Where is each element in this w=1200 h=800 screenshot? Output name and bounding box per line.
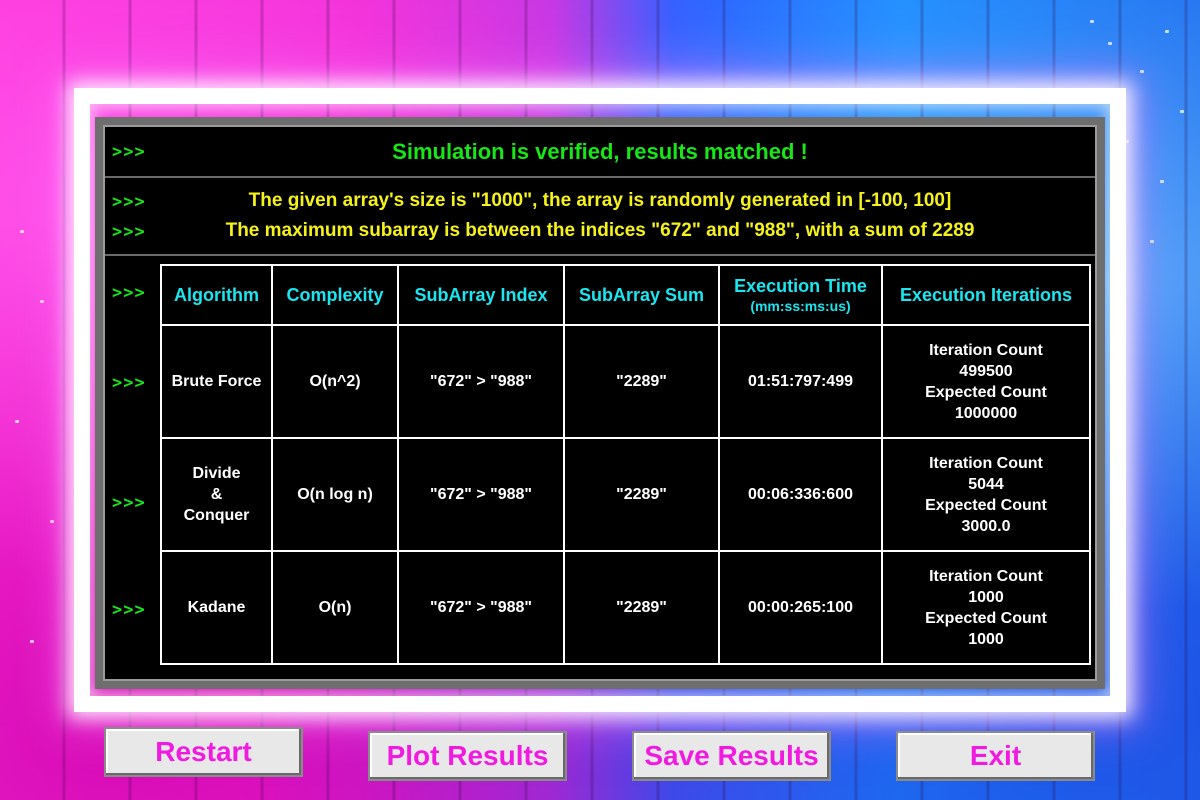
expected-count-label: Expected Count: [925, 383, 1047, 401]
iteration-count-value: 499500: [959, 362, 1013, 380]
header-subarray-sum: SubArray Sum: [563, 264, 720, 326]
execution-iterations-cell: Iteration Count 499500 Expected Count 10…: [881, 324, 1091, 439]
subarray-sum-cell: "2289": [563, 550, 720, 665]
algorithm-name: Brute Force: [171, 373, 262, 390]
iteration-count-value: 1000: [968, 588, 1004, 606]
max-subarray-info-line: The maximum subarray is between the indi…: [225, 220, 975, 241]
algorithm-name-line: Conquer: [183, 507, 250, 524]
expected-count-value: 1000000: [954, 404, 1018, 422]
divider: [105, 254, 1095, 256]
expected-count-label: Expected Count: [925, 609, 1047, 627]
table-row: Kadane O(n) "672" > "988" "2289" 00:00:2…: [160, 550, 1091, 665]
algorithm-cell: Brute Force: [160, 324, 273, 439]
header-complexity: Complexity: [271, 264, 399, 326]
prompt-arrow: >>>: [112, 222, 146, 242]
iteration-count-label: Iteration Count: [929, 567, 1043, 585]
header-execution-time: Execution Time (mm:ss:ms:us): [718, 264, 883, 326]
algorithm-name-line: Divide: [192, 465, 241, 482]
status-message: Simulation is verified, results matched …: [392, 139, 808, 164]
results-table: Algorithm Complexity SubArray Index SubA…: [160, 264, 1091, 665]
table-row: Divide & Conquer O(n log n) "672" > "988…: [160, 437, 1091, 552]
execution-time-cell: 01:51:797:499: [718, 324, 883, 439]
subarray-sum-cell: "2289": [563, 437, 720, 552]
prompt-arrow: >>>: [112, 373, 146, 393]
subarray-index-cell: "672" > "988": [397, 437, 565, 552]
subarray-sum-cell: "2289": [563, 324, 720, 439]
prompt-arrow: >>>: [112, 283, 146, 303]
restart-button[interactable]: Restart: [104, 727, 303, 777]
algorithm-name: Kadane: [187, 599, 246, 616]
header-execution-time-label: Execution Time: [734, 276, 867, 296]
iteration-count-label: Iteration Count: [929, 341, 1043, 359]
execution-time-cell: 00:06:336:600: [718, 437, 883, 552]
complexity-cell: O(n): [271, 550, 399, 665]
header-subarray-index: SubArray Index: [397, 264, 565, 326]
array-info-line: The given array's size is "1000", the ar…: [248, 190, 952, 211]
complexity-cell: O(n log n): [271, 437, 399, 552]
algorithm-cell: Divide & Conquer: [160, 437, 273, 552]
prompt-arrow: >>>: [112, 600, 146, 620]
complexity-cell: O(n^2): [271, 324, 399, 439]
prompt-arrow: >>>: [112, 142, 146, 162]
header-algorithm: Algorithm: [160, 264, 273, 326]
plot-results-button[interactable]: Plot Results: [368, 731, 567, 781]
divider: [105, 176, 1095, 178]
save-results-button[interactable]: Save Results: [632, 731, 831, 781]
execution-iterations-cell: Iteration Count 1000 Expected Count 1000: [881, 550, 1091, 665]
expected-count-label: Expected Count: [925, 496, 1047, 514]
iteration-count-label: Iteration Count: [929, 454, 1043, 472]
iteration-count-value: 5044: [968, 475, 1004, 493]
subarray-index-cell: "672" > "988": [397, 324, 565, 439]
subarray-index-cell: "672" > "988": [397, 550, 565, 665]
header-execution-iterations: Execution Iterations: [881, 264, 1091, 326]
table-header-row: Algorithm Complexity SubArray Index SubA…: [160, 264, 1091, 326]
table-row: Brute Force O(n^2) "672" > "988" "2289" …: [160, 324, 1091, 439]
prompt-arrow: >>>: [112, 493, 146, 513]
exit-button[interactable]: Exit: [896, 731, 1095, 781]
header-execution-time-unit: (mm:ss:ms:us): [750, 298, 851, 314]
execution-time-cell: 00:00:265:100: [718, 550, 883, 665]
algorithm-name-line: &: [210, 486, 223, 503]
algorithm-cell: Kadane: [160, 550, 273, 665]
expected-count-value: 1000: [968, 630, 1004, 648]
execution-iterations-cell: Iteration Count 5044 Expected Count 3000…: [881, 437, 1091, 552]
prompt-arrow: >>>: [112, 192, 146, 212]
expected-count-value: 3000.0: [961, 517, 1011, 535]
